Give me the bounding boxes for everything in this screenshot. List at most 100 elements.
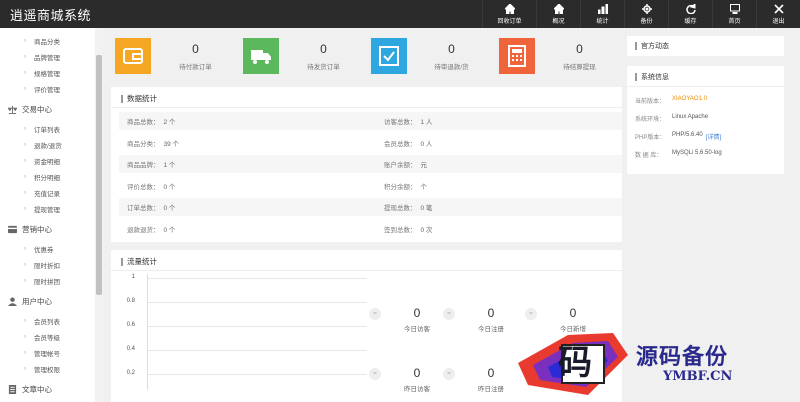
- chevron-right-icon: ›: [24, 70, 26, 76]
- news-panel: 官方动态: [627, 36, 784, 56]
- flow-stats-title: 流量统计: [121, 256, 157, 267]
- stat-label: 待审退款/货: [434, 63, 469, 71]
- toolbar-label: 首页: [728, 18, 741, 25]
- grid-line: [147, 350, 367, 351]
- close-icon: [773, 3, 785, 14]
- stat-label: 待付款订单: [179, 63, 212, 71]
- chevron-right-icon: ›: [24, 174, 26, 180]
- flow-value: 0: [413, 366, 421, 380]
- sidebar-item[interactable]: › 限时折扣: [24, 260, 60, 270]
- sidebar-group[interactable]: 文章中心: [8, 384, 52, 395]
- chevron-right-icon: ›: [24, 366, 26, 372]
- php-detail-link[interactable]: [详情]: [706, 132, 721, 141]
- refresh-icon: [685, 3, 697, 14]
- wallet-icon: [115, 38, 151, 74]
- toolbar-backup-button[interactable]: 备份: [624, 0, 668, 28]
- stat-card[interactable]: 0 待结算提现: [499, 36, 624, 76]
- stat-key: 订单总数：: [127, 205, 160, 212]
- sys-key: PHP版本：: [635, 135, 666, 141]
- sidebar-item[interactable]: › 优惠券: [24, 244, 54, 254]
- toolbar-label: 概况: [552, 18, 565, 25]
- sys-key: 数 据 库：: [635, 153, 663, 159]
- stat-key: 商品分类：: [127, 140, 160, 148]
- stat-val: 0 个: [163, 205, 176, 212]
- sidebar-item[interactable]: › 会员等级: [24, 332, 60, 342]
- chevron-right-icon: ›: [24, 126, 26, 132]
- stat-val: 0 次: [420, 226, 433, 234]
- stat-card[interactable]: 0 待发货订单: [243, 36, 368, 76]
- table-row: 退款退货： 0 个 签到总数： 0 次: [119, 220, 622, 238]
- watermark-text-en: YMBF.CN: [663, 369, 733, 384]
- toolbar-stats-button[interactable]: 统计: [580, 0, 624, 28]
- chevron-right-icon: ›: [24, 318, 26, 324]
- sidebar-item[interactable]: › 提现管理: [24, 204, 60, 214]
- flow-value: 0: [569, 306, 577, 320]
- sidebar-item[interactable]: › 限时拼团: [24, 276, 60, 286]
- stat-val: 0 笔: [420, 205, 433, 212]
- toolbar-recycle-orders-button[interactable]: 回收订单: [482, 0, 536, 28]
- stat-key: 提现总数：: [384, 205, 417, 212]
- system-info-row: 系统环境： Linux Apache: [635, 114, 708, 123]
- stat-key: 商品总数：: [127, 119, 160, 126]
- stat-value: 0: [576, 41, 583, 56]
- table-row: 评价总数： 0 个 积分余额：个: [119, 177, 622, 195]
- flow-dot-icon: =: [443, 368, 455, 380]
- sidebar-item[interactable]: › 充值记录: [24, 188, 60, 198]
- stat-val: 元: [420, 162, 428, 169]
- toolbar-cache-button[interactable]: 缓存: [668, 0, 712, 28]
- system-info-row: 当前版本： XIAOYAO1.0: [635, 96, 707, 105]
- stat-key: 会员总数：: [384, 140, 417, 148]
- sidebar-item[interactable]: › 资金明细: [24, 156, 60, 166]
- stat-value: 0: [448, 41, 455, 56]
- system-info-row: 数 据 库： MySQLi 5.6.50-log: [635, 150, 722, 159]
- sys-key: 系统环境：: [635, 117, 666, 123]
- sidebar-item[interactable]: › 管理权限: [24, 364, 60, 374]
- sidebar-group[interactable]: 营销中心: [8, 224, 52, 235]
- stat-val: 0 人: [420, 140, 433, 148]
- sys-val: PHP/5.6.40: [672, 132, 703, 138]
- sidebar-item[interactable]: › 品牌管理: [24, 52, 60, 62]
- sidebar-group[interactable]: 用户中心: [8, 296, 52, 307]
- flow-label: 昨日访客: [404, 386, 430, 393]
- flow-label: 今日注册: [478, 326, 504, 333]
- stat-card[interactable]: 0 待审退款/货: [371, 36, 496, 76]
- stat-card[interactable]: 0 待付款订单: [115, 36, 240, 76]
- table-row: 商品分类： 39 个 会员总数： 0 人: [119, 134, 622, 152]
- toolbar-overview-button[interactable]: 概况: [536, 0, 580, 28]
- flow-stat: 0 今日注册: [461, 306, 521, 333]
- toolbar-label: 统计: [596, 18, 609, 25]
- chevron-right-icon: ›: [24, 38, 26, 44]
- sidebar-item[interactable]: › 管理帐号: [24, 348, 60, 358]
- sidebar-scrollbar-thumb[interactable]: [96, 55, 102, 295]
- y-tick-label: 0.8: [126, 298, 135, 304]
- flow-stat: 0 昨日注册: [461, 366, 521, 393]
- sidebar-item[interactable]: › 会员列表: [24, 316, 60, 326]
- flow-dot-icon: =: [525, 308, 537, 320]
- chevron-right-icon: ›: [24, 262, 26, 268]
- sys-val: XIAOYAO1.0: [672, 96, 707, 102]
- sidebar-item[interactable]: › 订单列表: [24, 124, 60, 134]
- stat-label: 待发货订单: [307, 63, 340, 71]
- sidebar-item[interactable]: › 规格管理: [24, 68, 60, 78]
- system-info-panel: 系统信息 当前版本： XIAOYAO1.0 系统环境： Linux Apache PHP…: [627, 66, 784, 174]
- chevron-right-icon: ›: [24, 278, 26, 284]
- sidebar-item[interactable]: › 退款/退货: [24, 140, 62, 150]
- sidebar-item[interactable]: › 商品分类: [24, 36, 60, 46]
- flow-value: 0: [487, 306, 495, 320]
- y-tick-label: 0.6: [126, 322, 135, 328]
- chevron-right-icon: ›: [24, 206, 26, 212]
- table-row: 订单总数： 0 个 提现总数： 0 笔: [119, 198, 622, 216]
- home-icon: [504, 3, 516, 14]
- data-stats-panel: 数据统计 商品总数： 2 个访客总数： 1 人商品分类： 39 个会员总数： 0 人商品…: [111, 87, 622, 242]
- toolbar-logout-button[interactable]: 退出: [756, 0, 800, 28]
- sidebar-item[interactable]: › 评价管理: [24, 84, 60, 94]
- sidebar-group[interactable]: 交易中心: [8, 104, 52, 115]
- stat-val: 个: [420, 183, 428, 191]
- sidebar-item[interactable]: › 积分明细: [24, 172, 60, 182]
- flow-label: 今日访客: [404, 326, 430, 333]
- toolbar-home-button[interactable]: 首页: [712, 0, 756, 28]
- stat-val: 0 个: [163, 183, 176, 191]
- home-icon: [553, 3, 565, 14]
- truck-icon: [243, 38, 279, 74]
- watermark-logo: 码 源码备份 YMBF.CN: [518, 325, 800, 402]
